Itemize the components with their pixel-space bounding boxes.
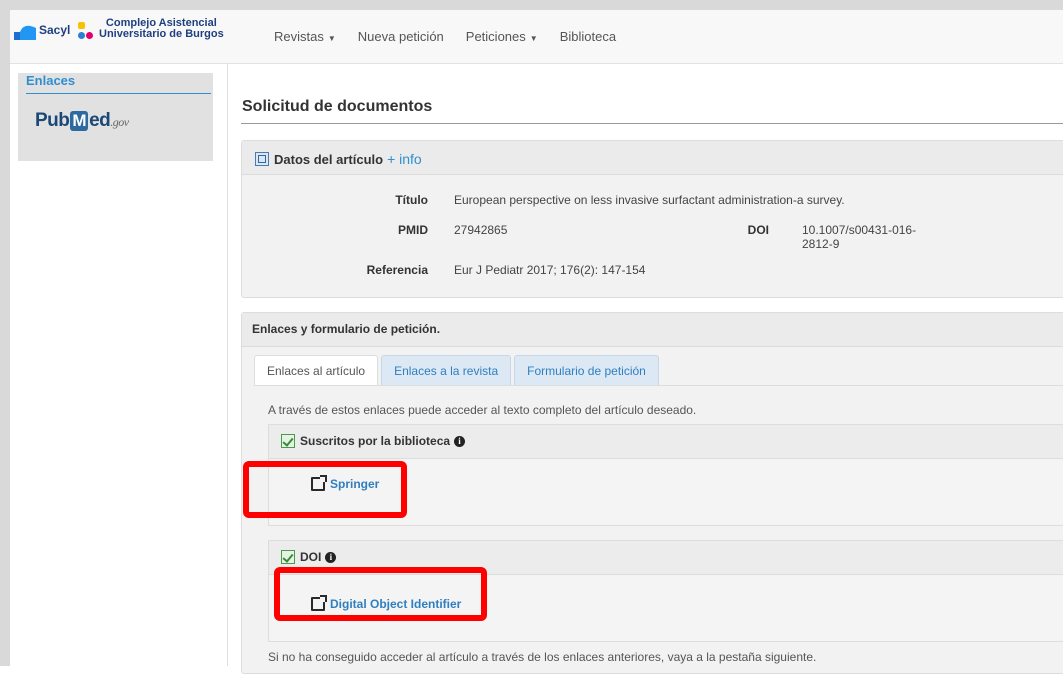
titulo-value: European perspective on less invasive su… [454,193,845,207]
tab-intro-text: A través de estos enlaces puede acceder … [268,403,697,417]
sacyl-brand-text: Sacyl [39,23,71,37]
doi-label: DOI [747,223,769,237]
check-icon [281,550,295,564]
sidebar-divider [26,93,211,94]
tab-divider [254,385,1063,386]
chevron-down-icon: ▼ [529,34,538,43]
article-panel-title: Datos del artículo [274,151,384,167]
links-panel-title: Enlaces y formulario de petición. [252,322,441,336]
content-divider [227,63,228,666]
page-title: Solicitud de documentos [242,98,433,115]
article-icon [255,152,269,166]
tab-formulario-peticion[interactable]: Formulario de petición [514,355,659,386]
links-panel-header: Enlaces y formulario de petición. [242,313,1063,347]
article-data-panel: Datos del artículo + info Título Europea… [241,140,1063,298]
titulo-label: Título [395,193,428,207]
doi-value: 10.1007/s00431-016- 2812-9 [802,223,917,251]
doi-section-title: DOI [300,550,322,564]
check-icon [281,434,295,448]
sidebar-links: Enlaces Pub Med.gov [18,73,213,161]
window-border-top [0,0,1063,10]
more-info-link[interactable]: + info [387,151,422,167]
hospital-logo-dots [78,22,94,42]
sacyl-logo[interactable]: Sacyl Complejo Asistencial Universitario… [14,18,249,46]
nav-nueva-peticion[interactable]: Nueva petición [358,29,444,44]
nav-biblioteca[interactable]: Biblioteca [560,29,616,44]
highlight-box-springer [243,461,407,518]
chevron-down-icon: ▼ [327,34,336,43]
pubmed-logo-link[interactable]: Pub Med.gov [35,110,129,132]
subscribed-section-title: Suscritos por la biblioteca [300,434,451,448]
tab-enlaces-revista[interactable]: Enlaces a la revista [381,355,512,386]
page: Sacyl Complejo Asistencial Universitario… [0,0,1063,674]
tab-enlaces-articulo[interactable]: Enlaces al artículo [254,355,379,386]
article-panel-header: Datos del artículo + info [242,141,1063,175]
sidebar-title: Enlaces [26,73,76,88]
referencia-label: Referencia [366,263,428,277]
info-icon[interactable]: i [454,435,466,447]
top-navbar: Sacyl Complejo Asistencial Universitario… [10,10,1063,64]
referencia-value: Eur J Pediatr 2017; 176(2): 147-154 [454,263,646,277]
highlight-box-doi [274,567,487,621]
nav-peticiones[interactable]: Peticiones ▼ [466,29,538,44]
info-icon[interactable]: i [325,551,337,563]
window-border-left [0,0,10,666]
footer-note: Si no ha conseguido acceder al artículo … [268,650,817,664]
pmid-label: PMID [398,223,428,237]
hospital-name: Complejo Asistencial Universitario de Bu… [99,17,224,40]
tab-bar: Enlaces al artículo Enlaces a la revista… [254,355,662,386]
title-underline [241,123,1063,124]
main-menu: Revistas ▼ Nueva petición Peticiones ▼ Bib… [274,10,638,63]
sacyl-logo-icon [14,25,36,40]
pmid-value: 27942865 [454,223,508,237]
subscribed-section-header: Suscritos por la biblioteca i [269,425,1063,459]
nav-revistas[interactable]: Revistas ▼ [274,29,336,44]
